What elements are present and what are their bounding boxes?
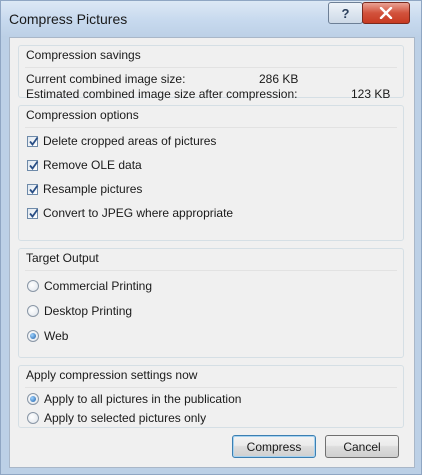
checkmark-icon: [29, 184, 39, 194]
web-radio[interactable]: Web: [27, 329, 68, 343]
apply-settings-group: Apply compression settings now Apply to …: [18, 365, 404, 428]
group-divider: [25, 270, 397, 271]
target-output-heading: Target Output: [26, 251, 99, 265]
target-output-group: Target Output Commercial Printing Deskto…: [18, 248, 404, 358]
checkbox-checked[interactable]: [27, 183, 39, 195]
checkbox-checked[interactable]: [27, 159, 39, 171]
cancel-button[interactable]: Cancel: [325, 435, 399, 458]
checkbox-checked[interactable]: [27, 207, 39, 219]
radio-selected[interactable]: [27, 393, 39, 405]
current-size-label: Current combined image size:: [26, 72, 186, 86]
resample-checkbox[interactable]: Resample pictures: [27, 182, 142, 196]
current-size-value: 286 KB: [259, 72, 299, 86]
apply-selected-radio[interactable]: Apply to selected pictures only: [27, 411, 206, 425]
radio-unselected[interactable]: [27, 412, 39, 424]
radio-selected[interactable]: [27, 330, 39, 342]
dialog-title: Compress Pictures: [9, 11, 128, 27]
help-icon: ?: [341, 5, 350, 21]
desktop-printing-radio[interactable]: Desktop Printing: [27, 304, 132, 318]
apply-all-radio[interactable]: Apply to all pictures in the publication: [27, 392, 241, 406]
compress-button[interactable]: Compress: [232, 435, 316, 458]
apply-all-label: Apply to all pictures in the publication: [44, 392, 242, 406]
checkmark-icon: [29, 136, 39, 146]
compression-options-heading: Compression options: [26, 108, 139, 122]
convert-jpeg-checkbox[interactable]: Convert to JPEG where appropriate: [27, 206, 233, 220]
apply-selected-label: Apply to selected pictures only: [44, 411, 207, 425]
commercial-printing-label: Commercial Printing: [44, 279, 153, 293]
help-button[interactable]: ?: [328, 2, 363, 24]
apply-settings-heading: Apply compression settings now: [26, 368, 198, 382]
commercial-printing-radio[interactable]: Commercial Printing: [27, 279, 152, 293]
radio-unselected[interactable]: [27, 305, 39, 317]
web-label: Web: [44, 329, 69, 343]
convert-jpeg-label: Convert to JPEG where appropriate: [43, 206, 234, 220]
delete-cropped-checkbox[interactable]: Delete cropped areas of pictures: [27, 134, 216, 148]
remove-ole-label: Remove OLE data: [43, 158, 142, 172]
group-divider: [25, 127, 397, 128]
compress-pictures-dialog: Compress Pictures ? Compression savings …: [0, 0, 422, 475]
delete-cropped-label: Delete cropped areas of pictures: [43, 134, 217, 148]
checkmark-icon: [29, 160, 39, 170]
title-bar[interactable]: Compress Pictures ?: [1, 1, 421, 37]
remove-ole-checkbox[interactable]: Remove OLE data: [27, 158, 142, 172]
desktop-printing-label: Desktop Printing: [44, 304, 133, 318]
checkbox-checked[interactable]: [27, 135, 39, 147]
resample-label: Resample pictures: [43, 182, 143, 196]
compression-savings-group: Compression savings Current combined ima…: [18, 45, 404, 101]
close-icon: [379, 7, 393, 19]
estimated-size-value: 123 KB: [351, 87, 391, 101]
group-divider: [25, 387, 397, 388]
radio-unselected[interactable]: [27, 280, 39, 292]
checkmark-icon: [29, 208, 39, 218]
compression-options-group: Compression options Delete cropped areas…: [18, 105, 404, 241]
dialog-body: Compression savings Current combined ima…: [9, 37, 415, 468]
group-divider: [25, 67, 397, 68]
close-button[interactable]: [362, 2, 410, 24]
compression-savings-heading: Compression savings: [26, 48, 141, 62]
estimated-size-label: Estimated combined image size after comp…: [26, 87, 298, 101]
